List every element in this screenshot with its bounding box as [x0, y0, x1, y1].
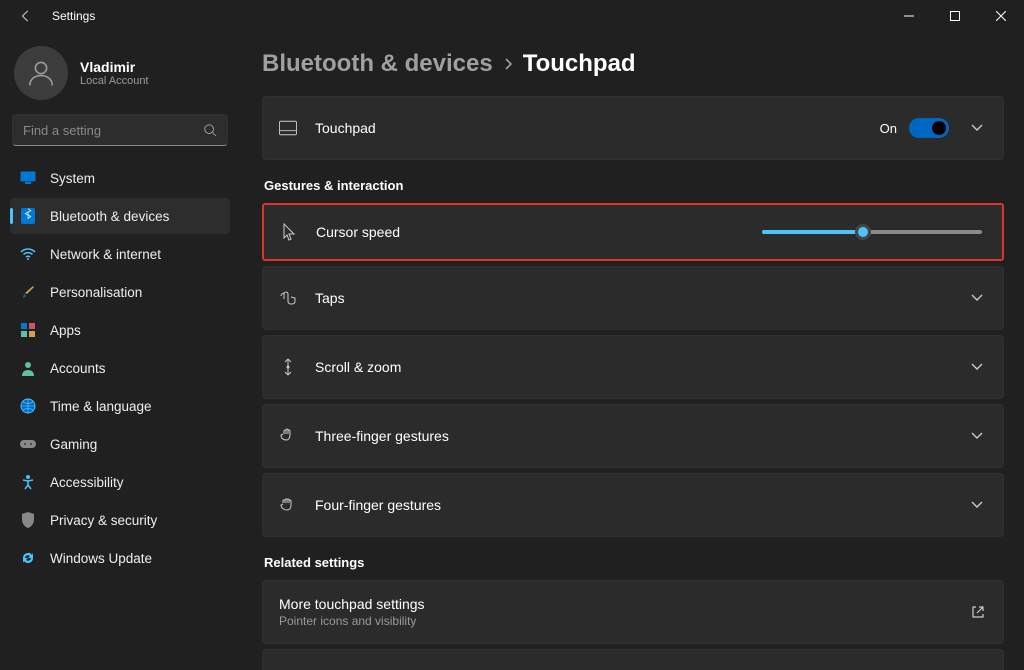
- more-touchpad-settings-card[interactable]: More touchpad settings Pointer icons and…: [262, 580, 1004, 644]
- three-finger-card[interactable]: Three-finger gestures: [262, 404, 1004, 468]
- more-touchpad-sub: Pointer icons and visibility: [279, 614, 953, 628]
- search-box[interactable]: [12, 114, 228, 146]
- wifi-icon: [20, 246, 36, 262]
- user-profile[interactable]: Vladimir Local Account: [6, 42, 234, 114]
- taps-card[interactable]: Taps: [262, 266, 1004, 330]
- bluetooth-icon: [20, 208, 36, 224]
- brush-icon: [20, 284, 36, 300]
- chevron-down-icon: [967, 294, 987, 302]
- touchpad-card[interactable]: Touchpad On: [262, 96, 1004, 160]
- breadcrumb: Bluetooth & devices Touchpad: [262, 50, 1004, 78]
- scroll-icon: [279, 358, 297, 376]
- four-finger-icon: [279, 496, 297, 514]
- sidebar-item-system[interactable]: System: [10, 160, 230, 196]
- scroll-zoom-label: Scroll & zoom: [315, 359, 949, 375]
- globe-icon: [20, 398, 36, 414]
- sidebar-item-apps[interactable]: Apps: [10, 312, 230, 348]
- cursor-speed-card: Cursor speed: [262, 203, 1004, 261]
- sidebar-item-label: Network & internet: [50, 247, 161, 262]
- apps-icon: [20, 322, 36, 338]
- nav-list: System Bluetooth & devices Network & int…: [6, 160, 234, 576]
- sidebar-item-label: Privacy & security: [50, 513, 157, 528]
- sidebar-item-label: System: [50, 171, 95, 186]
- person-icon: [20, 360, 36, 376]
- sidebar-item-bluetooth-devices[interactable]: Bluetooth & devices: [10, 198, 230, 234]
- sidebar-item-time-language[interactable]: Time & language: [10, 388, 230, 424]
- touchpad-label: Touchpad: [315, 120, 862, 136]
- close-button[interactable]: [978, 0, 1024, 32]
- more-touchpad-label: More touchpad settings: [279, 596, 953, 612]
- section-title-gestures: Gestures & interaction: [264, 178, 1004, 193]
- chevron-down-icon[interactable]: [967, 124, 987, 132]
- cursor-speed-slider[interactable]: [762, 230, 982, 234]
- breadcrumb-current: Touchpad: [523, 50, 636, 78]
- titlebar: Settings: [0, 0, 1024, 32]
- breadcrumb-parent[interactable]: Bluetooth & devices: [262, 50, 493, 78]
- sidebar-item-network[interactable]: Network & internet: [10, 236, 230, 272]
- search-input[interactable]: [23, 123, 203, 138]
- chevron-down-icon: [967, 363, 987, 371]
- sidebar-item-label: Personalisation: [50, 285, 142, 300]
- touchpad-toggle[interactable]: [909, 118, 949, 138]
- scroll-zoom-card[interactable]: Scroll & zoom: [262, 335, 1004, 399]
- sidebar-item-label: Gaming: [50, 437, 97, 452]
- sidebar-item-label: Accounts: [50, 361, 106, 376]
- three-finger-label: Three-finger gestures: [315, 428, 949, 444]
- user-name: Vladimir: [80, 59, 149, 75]
- gamepad-icon: [20, 436, 36, 452]
- search-icon: [203, 123, 217, 137]
- shield-icon: [20, 512, 36, 528]
- minimize-button[interactable]: [886, 0, 932, 32]
- accessibility-icon: [20, 474, 36, 490]
- sidebar-item-label: Windows Update: [50, 551, 152, 566]
- sidebar-item-label: Apps: [50, 323, 81, 338]
- four-finger-card[interactable]: Four-finger gestures: [262, 473, 1004, 537]
- user-account-type: Local Account: [80, 75, 149, 87]
- sidebar-item-label: Bluetooth & devices: [50, 209, 169, 224]
- touchpad-icon: [279, 120, 297, 136]
- update-icon: [20, 550, 36, 566]
- sidebar-item-personalisation[interactable]: Personalisation: [10, 274, 230, 310]
- three-finger-icon: [279, 427, 297, 445]
- avatar: [14, 46, 68, 100]
- maximize-button[interactable]: [932, 0, 978, 32]
- taps-label: Taps: [315, 290, 949, 306]
- sidebar-item-label: Time & language: [50, 399, 152, 414]
- sidebar-item-label: Accessibility: [50, 475, 124, 490]
- chevron-right-icon: [503, 57, 513, 71]
- main-content: Bluetooth & devices Touchpad Touchpad On…: [240, 32, 1024, 670]
- four-finger-label: Four-finger gestures: [315, 497, 949, 513]
- chevron-down-icon: [967, 432, 987, 440]
- cursor-speed-label: Cursor speed: [316, 224, 744, 240]
- back-button[interactable]: [14, 9, 38, 23]
- touchpad-state-label: On: [880, 121, 897, 136]
- open-external-icon: [971, 605, 987, 619]
- sidebar-item-accessibility[interactable]: Accessibility: [10, 464, 230, 500]
- tap-icon: [279, 289, 297, 307]
- sidebar-item-accounts[interactable]: Accounts: [10, 350, 230, 386]
- advanced-gestures-card[interactable]: Advanced gestures: [262, 649, 1004, 670]
- cursor-icon: [280, 223, 298, 241]
- sidebar-item-gaming[interactable]: Gaming: [10, 426, 230, 462]
- sidebar-item-privacy[interactable]: Privacy & security: [10, 502, 230, 538]
- chevron-down-icon: [967, 501, 987, 509]
- window-title: Settings: [52, 9, 95, 23]
- sidebar: Vladimir Local Account System Bluetooth …: [0, 32, 240, 670]
- display-icon: [20, 170, 36, 186]
- section-title-related: Related settings: [264, 555, 1004, 570]
- sidebar-item-windows-update[interactable]: Windows Update: [10, 540, 230, 576]
